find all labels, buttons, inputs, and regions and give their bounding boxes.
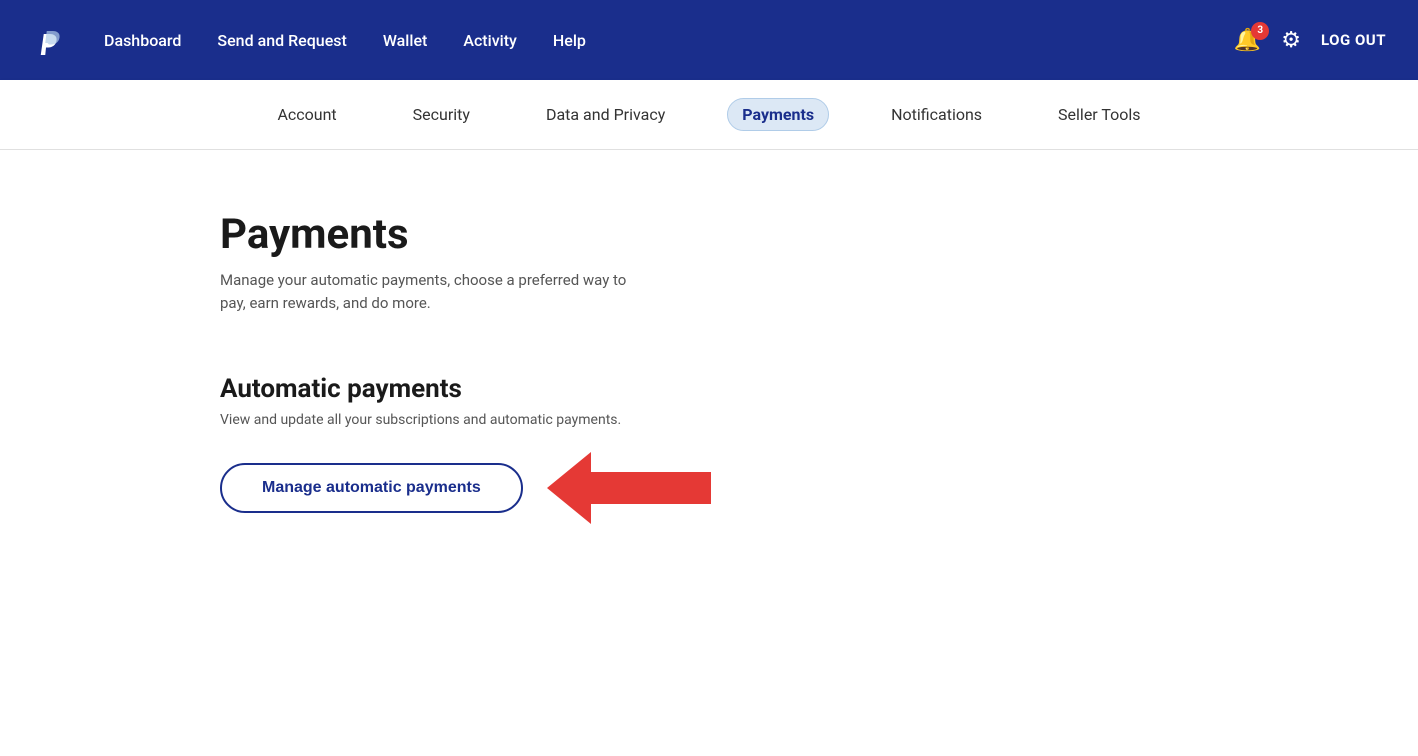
paypal-logo[interactable]: [32, 20, 72, 60]
sub-nav: Account Security Data and Privacy Paymen…: [0, 80, 1418, 150]
page-subtitle: Manage your automatic payments, choose a…: [220, 269, 640, 314]
nav-help[interactable]: Help: [553, 31, 586, 50]
manage-automatic-payments-button[interactable]: Manage automatic payments: [220, 463, 523, 513]
red-arrow-indicator: [547, 452, 711, 524]
nav-links: Dashboard Send and Request Wallet Activi…: [104, 31, 1234, 50]
nav-send-and-request[interactable]: Send and Request: [217, 31, 346, 50]
nav-activity[interactable]: Activity: [463, 31, 517, 50]
nav-wallet[interactable]: Wallet: [383, 31, 428, 50]
notification-badge: 3: [1251, 22, 1269, 40]
section-subtitle: View and update all your subscriptions a…: [220, 412, 1418, 428]
subnav-seller-tools[interactable]: Seller Tools: [1044, 99, 1155, 130]
main-content: Payments Manage your automatic payments,…: [0, 150, 1418, 756]
top-nav: Dashboard Send and Request Wallet Activi…: [0, 0, 1418, 80]
subnav-security[interactable]: Security: [399, 99, 484, 130]
arrow-head: [547, 452, 591, 524]
page-title: Payments: [220, 210, 1418, 259]
settings-icon[interactable]: ⚙: [1281, 28, 1301, 53]
nav-dashboard[interactable]: Dashboard: [104, 31, 181, 50]
subnav-account[interactable]: Account: [263, 99, 350, 130]
section-title: Automatic payments: [220, 374, 1418, 404]
subnav-notifications[interactable]: Notifications: [877, 99, 996, 130]
nav-right: 🔔 3 ⚙ LOG OUT: [1234, 28, 1386, 53]
logout-button[interactable]: LOG OUT: [1321, 31, 1386, 49]
arrow-body: [591, 472, 711, 504]
notifications-bell[interactable]: 🔔 3: [1234, 28, 1261, 53]
subnav-data-privacy[interactable]: Data and Privacy: [532, 99, 679, 130]
manage-btn-row: Manage automatic payments: [220, 452, 1418, 524]
subnav-payments[interactable]: Payments: [727, 98, 829, 131]
